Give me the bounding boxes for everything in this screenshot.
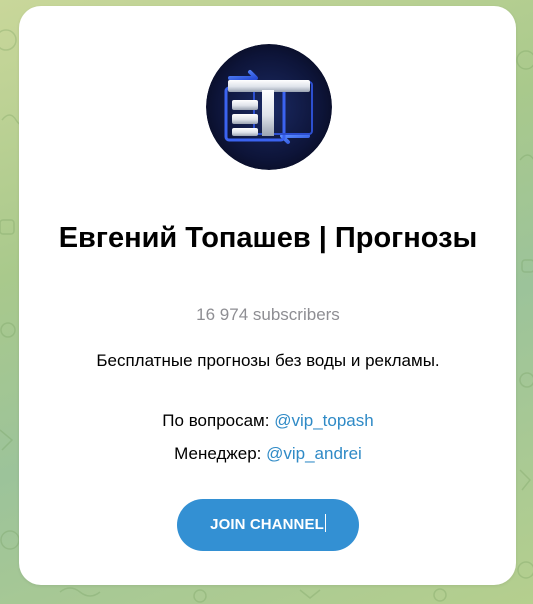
join-channel-button[interactable]: JOIN CHANNEL (177, 499, 359, 551)
join-channel-label: JOIN CHANNEL (210, 516, 324, 533)
contact-line-questions: По вопросам: @vip_topash (39, 410, 497, 432)
contact-link-vip-andrei[interactable]: @vip_andrei (266, 444, 362, 463)
channel-description: Бесплатные прогнозы без воды и рекламы. (96, 351, 440, 370)
channel-avatar (206, 44, 332, 170)
contact-link-vip-topash[interactable]: @vip_topash (274, 411, 374, 430)
contact-label: Менеджер: (174, 444, 262, 463)
contact-label: По вопросам: (162, 411, 270, 430)
channel-title: Евгений Топашев | Прогнозы (58, 222, 478, 254)
channel-logo-et-icon (206, 44, 332, 170)
text-cursor (324, 514, 326, 532)
subscriber-count: 16 974 subscribers (196, 305, 340, 324)
channel-card: Евгений Топашев | Прогнозы 16 974 subscr… (19, 6, 516, 585)
contact-line-manager: Менеджер: @vip_andrei (39, 443, 497, 465)
